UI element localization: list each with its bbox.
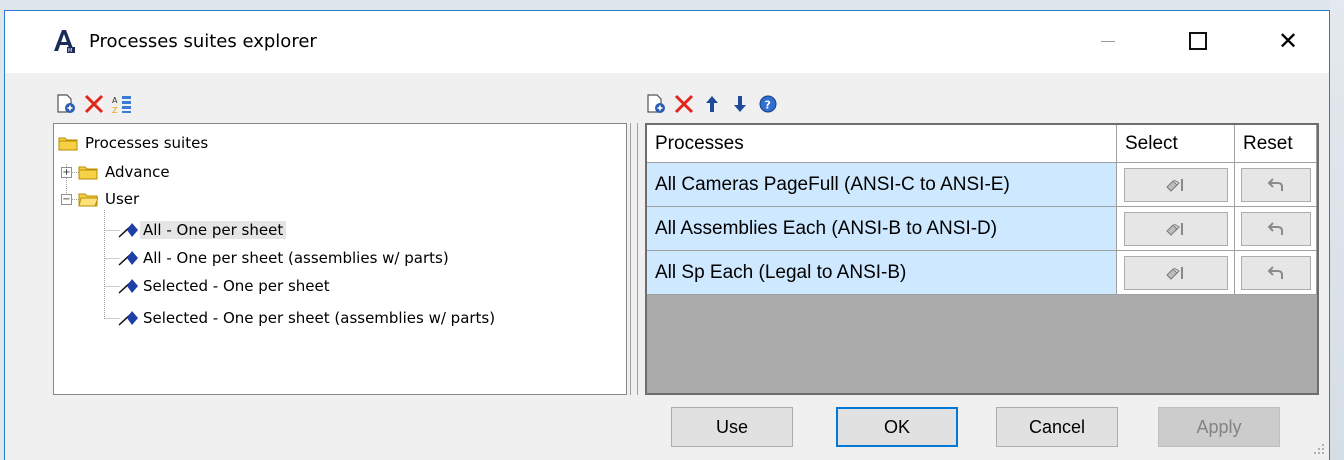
column-header-reset[interactable]: Reset — [1235, 125, 1317, 163]
cancel-button[interactable]: Cancel — [996, 407, 1118, 447]
select-cell — [1117, 251, 1235, 295]
tree-node-advance[interactable]: Advance — [78, 161, 173, 183]
process-suite-icon — [118, 279, 138, 294]
process-name-cell[interactable]: All Assemblies Each (ANSI-B to ANSI-D) — [647, 207, 1117, 251]
dialog-window: M Processes suites explorer ✕ A Z Proces… — [4, 10, 1330, 460]
reset-cell — [1235, 163, 1317, 207]
new-suite-button[interactable] — [55, 93, 77, 115]
folder-icon — [58, 137, 78, 151]
processes-grid[interactable]: Processes Select Reset All Cameras PageF… — [645, 123, 1319, 395]
process-suite-icon — [118, 251, 138, 266]
table-row[interactable]: All Sp Each (Legal to ANSI-B) — [647, 251, 1317, 295]
minimize-icon — [1101, 40, 1115, 42]
folder-icon — [78, 166, 98, 180]
select-cell — [1117, 207, 1235, 251]
panel-splitter[interactable] — [630, 123, 638, 395]
reset-cell — [1235, 207, 1317, 251]
select-button[interactable] — [1123, 167, 1228, 202]
window-title: Processes suites explorer — [89, 31, 317, 52]
add-process-button[interactable] — [645, 93, 667, 115]
tree-root-node[interactable]: Processes suites — [58, 132, 211, 154]
select-objects-icon — [1165, 222, 1183, 236]
new-document-icon — [57, 94, 75, 113]
svg-text:M: M — [68, 48, 72, 54]
tree-item-label: All - One per sheet (assemblies w/ parts… — [143, 249, 449, 267]
select-objects-icon — [1165, 266, 1183, 280]
sort-suites-button[interactable]: A Z — [111, 93, 133, 115]
reset-cell — [1235, 251, 1317, 295]
use-button[interactable]: Use — [671, 407, 793, 447]
arrow-up-icon — [706, 96, 718, 112]
maximize-button[interactable] — [1173, 21, 1223, 61]
undo-arrow-icon — [1267, 221, 1283, 235]
move-down-button[interactable] — [729, 93, 751, 115]
delete-icon — [674, 94, 694, 114]
reset-button[interactable] — [1240, 167, 1311, 202]
ok-button[interactable]: OK — [836, 407, 958, 447]
table-row[interactable]: All Assemblies Each (ANSI-B to ANSI-D) — [647, 207, 1317, 251]
new-document-icon — [647, 94, 665, 113]
reset-button[interactable] — [1240, 255, 1311, 290]
background — [1330, 0, 1344, 460]
tree-node-label: User — [105, 190, 140, 208]
resize-grip-icon[interactable] — [1313, 443, 1325, 455]
select-button[interactable] — [1123, 255, 1228, 290]
close-button[interactable]: ✕ — [1263, 21, 1313, 61]
tree-toolbar: A Z — [55, 91, 133, 117]
expand-icon[interactable]: + — [61, 167, 72, 178]
undo-arrow-icon — [1267, 177, 1283, 191]
tree-node-label: Processes suites — [85, 134, 209, 152]
maximize-icon — [1189, 32, 1207, 50]
tree-item-label: Selected - One per sheet — [143, 277, 330, 295]
process-suite-icon — [118, 223, 138, 238]
suites-tree[interactable]: Processes suites + Advance − User All - … — [53, 123, 627, 395]
autocad-a-icon: M — [54, 30, 75, 54]
column-header-select[interactable]: Select — [1117, 125, 1235, 163]
column-header-processes[interactable]: Processes — [647, 125, 1117, 163]
svg-text:A: A — [112, 96, 118, 105]
help-icon: ? — [759, 95, 777, 113]
svg-text:?: ? — [765, 99, 771, 112]
tree-item-process-suite[interactable]: All - One per sheet (assemblies w/ parts… — [118, 247, 452, 269]
delete-icon — [84, 94, 104, 114]
close-icon: ✕ — [1277, 27, 1299, 55]
reset-button[interactable] — [1240, 211, 1311, 246]
process-suite-icon — [118, 311, 138, 326]
select-button[interactable] — [1123, 211, 1228, 246]
tree-node-user[interactable]: User — [78, 188, 142, 210]
help-button[interactable]: ? — [757, 93, 779, 115]
grid-header: Processes Select Reset — [647, 125, 1317, 163]
collapse-icon[interactable]: − — [61, 194, 72, 205]
process-toolbar: ? — [645, 91, 779, 117]
apply-button: Apply — [1158, 407, 1280, 447]
undo-arrow-icon — [1267, 265, 1283, 279]
table-row[interactable]: All Cameras PageFull (ANSI-C to ANSI-E) — [647, 163, 1317, 207]
process-name-cell[interactable]: All Sp Each (Legal to ANSI-B) — [647, 251, 1117, 295]
tree-item-process-suite[interactable]: Selected - One per sheet — [118, 275, 333, 297]
folder-open-icon — [78, 193, 98, 207]
arrow-down-icon — [734, 96, 746, 112]
tree-item-label: Selected - One per sheet (assemblies w/ … — [143, 309, 496, 327]
select-objects-icon — [1165, 178, 1183, 192]
process-name-cell[interactable]: All Cameras PageFull (ANSI-C to ANSI-E) — [647, 163, 1117, 207]
tree-item-process-suite[interactable]: All - One per sheet — [118, 219, 287, 241]
tree-item-process-suite[interactable]: Selected - One per sheet (assemblies w/ … — [118, 307, 498, 329]
tree-node-label: Advance — [105, 163, 170, 181]
delete-suite-button[interactable] — [83, 93, 105, 115]
remove-process-button[interactable] — [673, 93, 695, 115]
title-bar[interactable]: M Processes suites explorer ✕ — [5, 11, 1329, 73]
move-up-button[interactable] — [701, 93, 723, 115]
sort-icon: A Z — [112, 96, 131, 115]
svg-text:Z: Z — [112, 106, 118, 115]
minimize-button[interactable] — [1083, 21, 1133, 61]
select-cell — [1117, 163, 1235, 207]
tree-item-label: All - One per sheet — [140, 221, 287, 239]
